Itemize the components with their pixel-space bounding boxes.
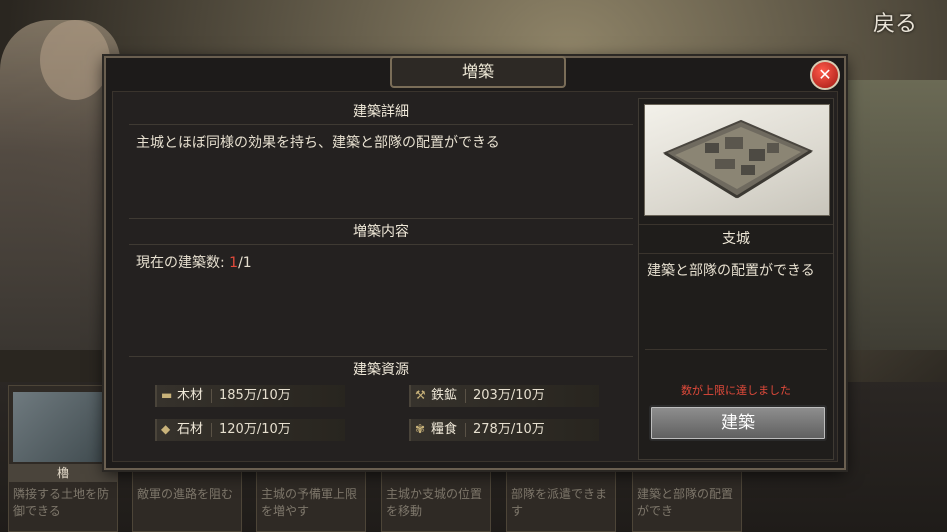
building-card-desc: 建築と部隊の配置ができ (637, 487, 734, 518)
panel-divider (645, 349, 827, 350)
building-card-desc: 隣接する土地を防御できる (13, 487, 110, 518)
content-heading: 増築内容 (129, 220, 633, 245)
build-count-max: /1 (238, 255, 252, 271)
limit-warning: 数が上限に達しました (681, 384, 791, 397)
building-desc: 建築と部隊の配置ができる (647, 263, 815, 279)
build-count-label: 現在の建築数: (136, 255, 225, 271)
resource-name: 糧食 (431, 422, 458, 437)
resource-value: 185万/10万 (219, 388, 291, 403)
resources-heading: 建築資源 (353, 362, 409, 378)
content-section: 増築内容 現在の建築数: 1/1 (129, 220, 633, 281)
castle-image (644, 104, 830, 216)
building-card-name: 櫓 (9, 464, 117, 482)
building-thumbnail (13, 392, 111, 462)
building-card-desc: 敵軍の進路を阻む (137, 487, 234, 501)
building-card-desc: 主城の予備軍上限を増やす (261, 487, 358, 518)
resource-food: ✾ 糧食 278万/10万 (409, 419, 599, 441)
resource-name: 木材 (177, 388, 204, 403)
map-backdrop (837, 80, 947, 350)
resource-stone: ◆ 石材 120万/10万 (155, 419, 345, 441)
resources-section: 建築資源 (129, 358, 633, 382)
building-card-desc: 主城か支城の位置を移動 (386, 487, 483, 518)
building-name: 支城 (639, 224, 833, 254)
resource-name: 鉄鉱 (431, 388, 458, 403)
resource-value: 203万/10万 (473, 388, 545, 403)
build-button[interactable]: 建築 (649, 405, 827, 441)
building-card-desc: 部隊を派遣できます (511, 487, 608, 518)
section-divider (129, 218, 633, 219)
resource-value: 278万/10万 (473, 422, 545, 437)
content-text: 現在の建築数: 1/1 (129, 245, 633, 281)
resource-name: 石材 (177, 422, 204, 437)
building-info-panel: 支城 建築と部隊の配置ができる 数が上限に達しました 建築 (638, 98, 834, 460)
details-heading: 建築詳細 (129, 100, 633, 125)
details-text: 主城とほぼ同様の効果を持ち、建築と部隊の配置ができる (136, 135, 500, 151)
castle-illustration (662, 119, 814, 199)
section-divider (129, 356, 633, 357)
building-card[interactable]: 櫓 隣接する土地を防御できる (8, 385, 118, 532)
resource-iron: ⚒ 鉄鉱 203万/10万 (409, 385, 599, 407)
close-icon[interactable]: ✕ (810, 60, 840, 90)
details-section: 建築詳細 主城とほぼ同様の効果を持ち、建築と部隊の配置ができる (129, 100, 633, 161)
back-button[interactable]: 戻る (873, 6, 917, 38)
resource-value: 120万/10万 (219, 422, 291, 437)
character-illustration (0, 20, 120, 350)
build-count-current: 1 (229, 255, 239, 271)
dialog-title: 増築 (390, 56, 566, 88)
expansion-dialog: 増築 ✕ 建築詳細 主城とほぼ同様の効果を持ち、建築と部隊の配置ができる 増築内… (104, 56, 846, 470)
resource-wood: ▬ 木材 185万/10万 (155, 385, 345, 407)
